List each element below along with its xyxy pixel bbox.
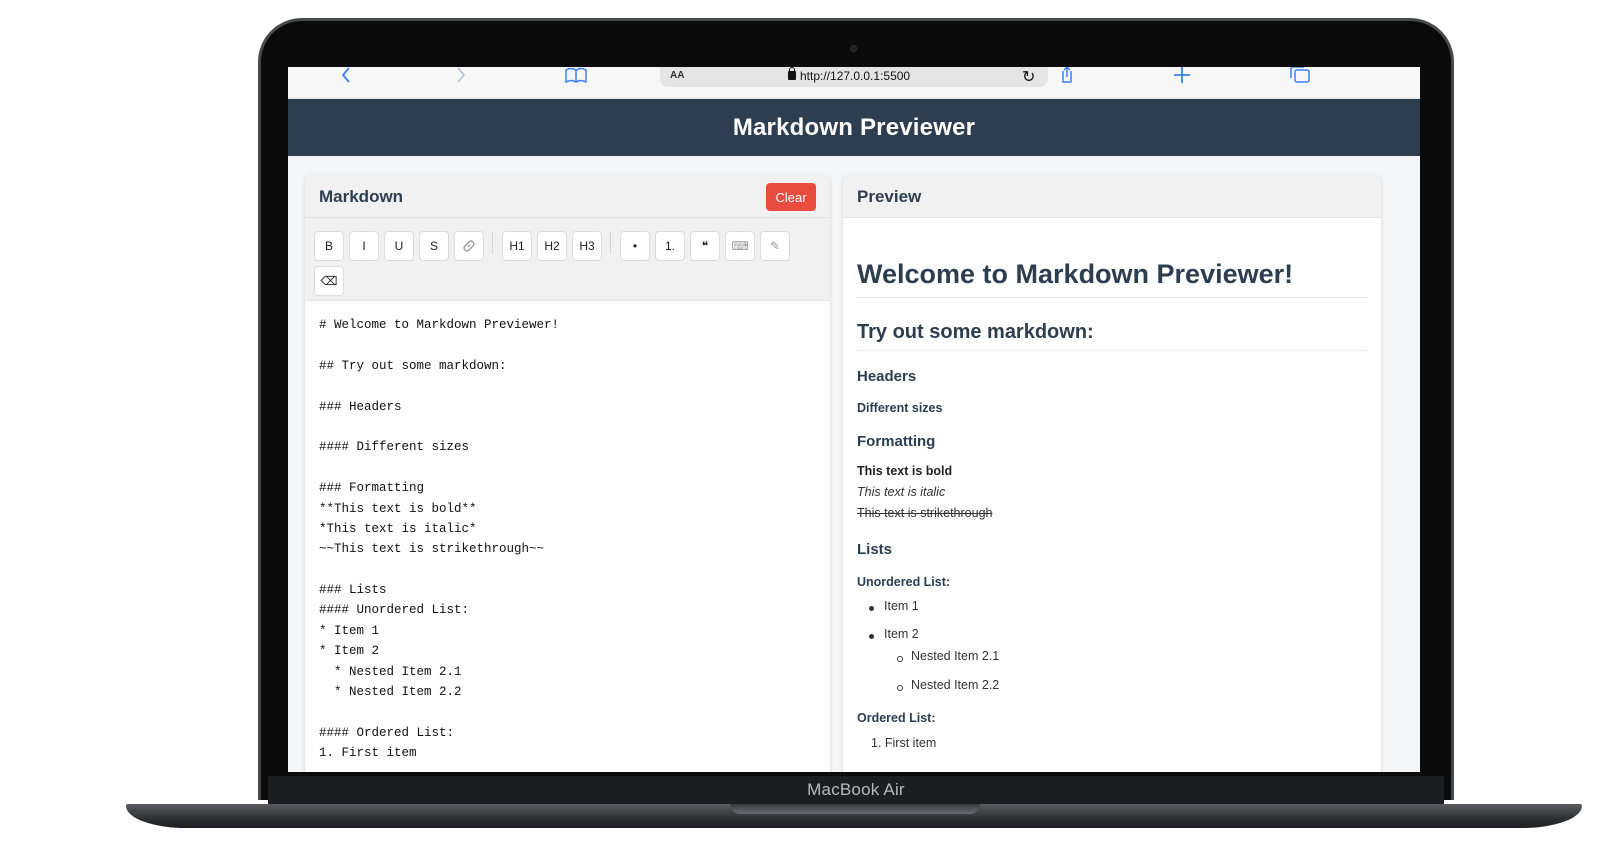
share-icon[interactable]: [1058, 67, 1076, 83]
book-icon[interactable]: [565, 67, 587, 83]
bullet-icon: [869, 634, 874, 639]
editor-line: ### Formatting: [319, 481, 425, 496]
preview-bold-text: This text is bold: [857, 464, 953, 478]
device-label: MacBook Air: [807, 780, 905, 799]
editor-line: * Nested Item 2.1: [319, 664, 462, 679]
editor-panel: Markdown Clear B I U S H1 H2 H3 • 1. ❝ ⌨…: [305, 175, 830, 772]
preview-heading-2: Try out some markdown:: [857, 321, 1367, 351]
browser-screen: AA http://127.0.0.1:5500 ↻ Markdown Prev…: [288, 67, 1420, 772]
list-item: Nested Item 2.2: [911, 678, 1000, 692]
chevron-right-icon[interactable]: [453, 67, 469, 83]
list-item: 1. First item: [871, 736, 937, 750]
tabs-icon[interactable]: [1289, 67, 1311, 83]
editor-line: ### Lists: [319, 583, 387, 598]
bullet-list-button[interactable]: •: [620, 231, 650, 261]
preview-heading-formatting: Formatting: [857, 433, 936, 450]
italic-button[interactable]: I: [349, 231, 379, 261]
preview-heading-sizes: Different sizes: [857, 401, 943, 415]
list-item: Item 1: [884, 599, 919, 613]
editor-line: ## Try out some markdown:: [319, 358, 507, 373]
browser-toolbar: AA http://127.0.0.1:5500 ↻: [288, 67, 1420, 99]
reader-aa-button[interactable]: AA: [670, 70, 684, 81]
editor-line: * Item 1: [319, 623, 380, 638]
editor-line: #### Ordered List:: [319, 725, 455, 740]
h3-button[interactable]: H3: [572, 231, 602, 261]
circle-bullet-icon: [897, 685, 903, 691]
remove-format-button[interactable]: ⌫: [314, 266, 344, 296]
preview-panel: Preview Welcome to Markdown Previewer! T…: [843, 175, 1381, 772]
plus-icon[interactable]: [1173, 67, 1191, 83]
formatting-toolbar: B I U S H1 H2 H3 • 1. ❝ ⌨ ✎ ⌫: [305, 218, 830, 301]
bold-button[interactable]: B: [314, 231, 344, 261]
bullet-icon: [869, 606, 874, 611]
circle-bullet-icon: [897, 656, 903, 662]
editor-line: #### Unordered List:: [319, 603, 470, 618]
clear-button[interactable]: Clear: [766, 183, 816, 211]
preview-heading-headers: Headers: [857, 368, 917, 385]
reload-icon[interactable]: ↻: [1022, 67, 1035, 87]
editor-line: #### Different sizes: [319, 440, 470, 455]
h1-button[interactable]: H1: [502, 231, 532, 261]
underline-button[interactable]: U: [384, 231, 414, 261]
list-item: Nested Item 2.1: [911, 649, 1000, 663]
horizontal-rule-button[interactable]: ✎: [760, 231, 790, 261]
editor-line: *This text is italic*: [319, 521, 477, 536]
toolbar-divider: [610, 232, 611, 254]
strikethrough-button[interactable]: S: [419, 231, 449, 261]
laptop-bezel: MacBook Air: [268, 776, 1444, 804]
link-icon: [463, 240, 475, 252]
editor-line: **This text is bold**: [319, 501, 477, 516]
preview-heading-unordered: Unordered List:: [857, 575, 951, 589]
editor-line: ~~This text is strikethrough~~: [319, 542, 545, 557]
preview-strike-text: This text is strikethrough: [857, 506, 993, 520]
quote-button[interactable]: ❝: [690, 231, 720, 261]
editor-line: * Item 2: [319, 644, 380, 659]
h2-button[interactable]: H2: [537, 231, 567, 261]
preview-header: Preview: [843, 175, 1381, 218]
link-button[interactable]: [454, 231, 484, 261]
camera-icon: [850, 45, 857, 52]
numbered-list-button[interactable]: 1.: [655, 231, 685, 261]
preview-heading-1: Welcome to Markdown Previewer!: [857, 259, 1367, 298]
markdown-textarea[interactable]: # Welcome to Markdown Previewer! ## Try …: [305, 301, 830, 772]
editor-line: ### Headers: [319, 399, 402, 414]
laptop-hinge: [730, 804, 980, 814]
page-title: Markdown Previewer: [732, 113, 976, 141]
preview-heading-lists: Lists: [857, 541, 893, 558]
editor-title: Markdown: [319, 187, 404, 206]
preview-title: Preview: [857, 187, 922, 206]
url-text: http://127.0.0.1:5500: [800, 69, 911, 83]
preview-heading-ordered: Ordered List:: [857, 711, 936, 725]
toolbar-divider: [492, 232, 493, 254]
app-header: Markdown Previewer: [288, 99, 1420, 156]
chevron-left-icon[interactable]: [338, 67, 354, 83]
address-bar[interactable]: AA http://127.0.0.1:5500 ↻: [660, 67, 1048, 87]
editor-line: # Welcome to Markdown Previewer!: [319, 318, 560, 332]
code-button[interactable]: ⌨: [725, 231, 755, 261]
editor-line: 1. First item: [319, 746, 417, 761]
preview-content: Welcome to Markdown Previewer! Try out s…: [857, 218, 1367, 772]
lock-icon: [788, 67, 796, 80]
list-item: Item 2: [884, 627, 919, 641]
preview-italic-text: This text is italic: [857, 485, 946, 499]
editor-line: * Nested Item 2.2: [319, 685, 462, 700]
editor-header: Markdown Clear: [305, 175, 830, 218]
